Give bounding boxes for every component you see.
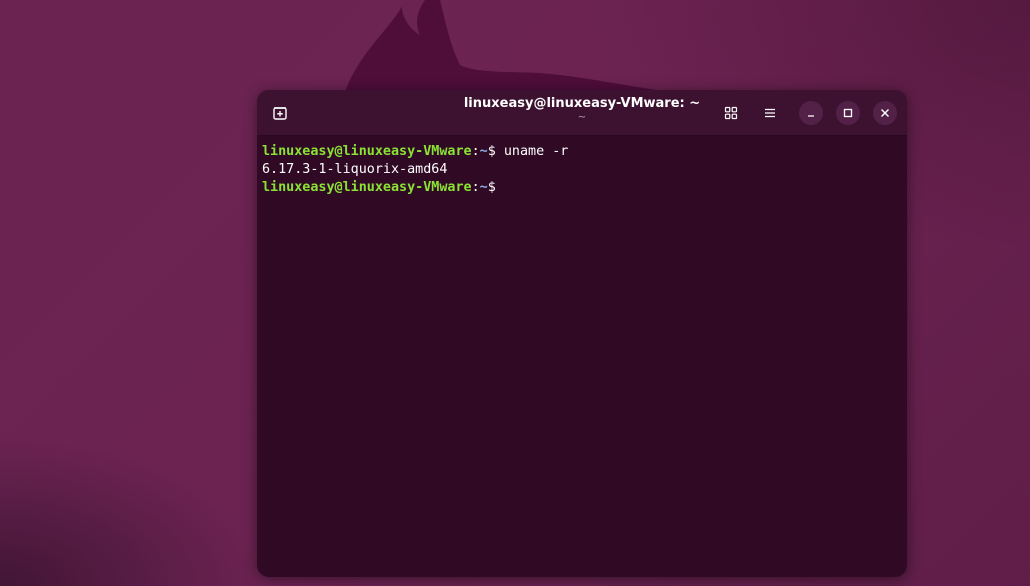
close-button[interactable] <box>873 101 897 125</box>
titlebar[interactable]: linuxeasy@linuxeasy-VMware: ~ ~ <box>257 90 907 136</box>
terminal-line: linuxeasy@linuxeasy-VMware:~$ <box>262 179 902 197</box>
minimize-button[interactable] <box>799 101 823 125</box>
command-output: 6.17.3-1-liquorix-amd64 <box>262 162 448 177</box>
grid-view-icon <box>724 106 738 120</box>
new-tab-icon <box>273 107 287 120</box>
prompt-path: ~ <box>479 180 488 195</box>
prompt-symbol: $ <box>487 144 496 159</box>
hamburger-menu-icon <box>765 108 775 118</box>
terminal-window[interactable]: linuxeasy@linuxeasy-VMware: ~ ~ linuxeas… <box>257 90 907 577</box>
prompt-colon: : <box>471 180 480 195</box>
prompt-path: ~ <box>479 144 488 159</box>
maximize-button[interactable] <box>836 101 860 125</box>
menu-button[interactable] <box>757 100 783 126</box>
terminal-line: linuxeasy@linuxeasy-VMware:~$ uname -r <box>262 143 902 161</box>
close-icon <box>881 109 889 117</box>
command-text: uname -r <box>495 144 569 159</box>
terminal-output-area[interactable]: linuxeasy@linuxeasy-VMware:~$ uname -r 6.… <box>257 136 907 197</box>
maximize-icon <box>843 108 853 118</box>
prompt-colon: : <box>471 144 480 159</box>
minimize-icon <box>808 115 814 117</box>
terminal-line: 6.17.3-1-liquorix-amd64 <box>262 161 902 179</box>
prompt-symbol: $ <box>487 180 496 195</box>
prompt-user-host: linuxeasy@linuxeasy-VMware <box>262 180 472 195</box>
new-tab-button[interactable] <box>267 100 293 126</box>
prompt-user-host: linuxeasy@linuxeasy-VMware <box>262 144 472 159</box>
grid-view-button[interactable] <box>718 100 744 126</box>
